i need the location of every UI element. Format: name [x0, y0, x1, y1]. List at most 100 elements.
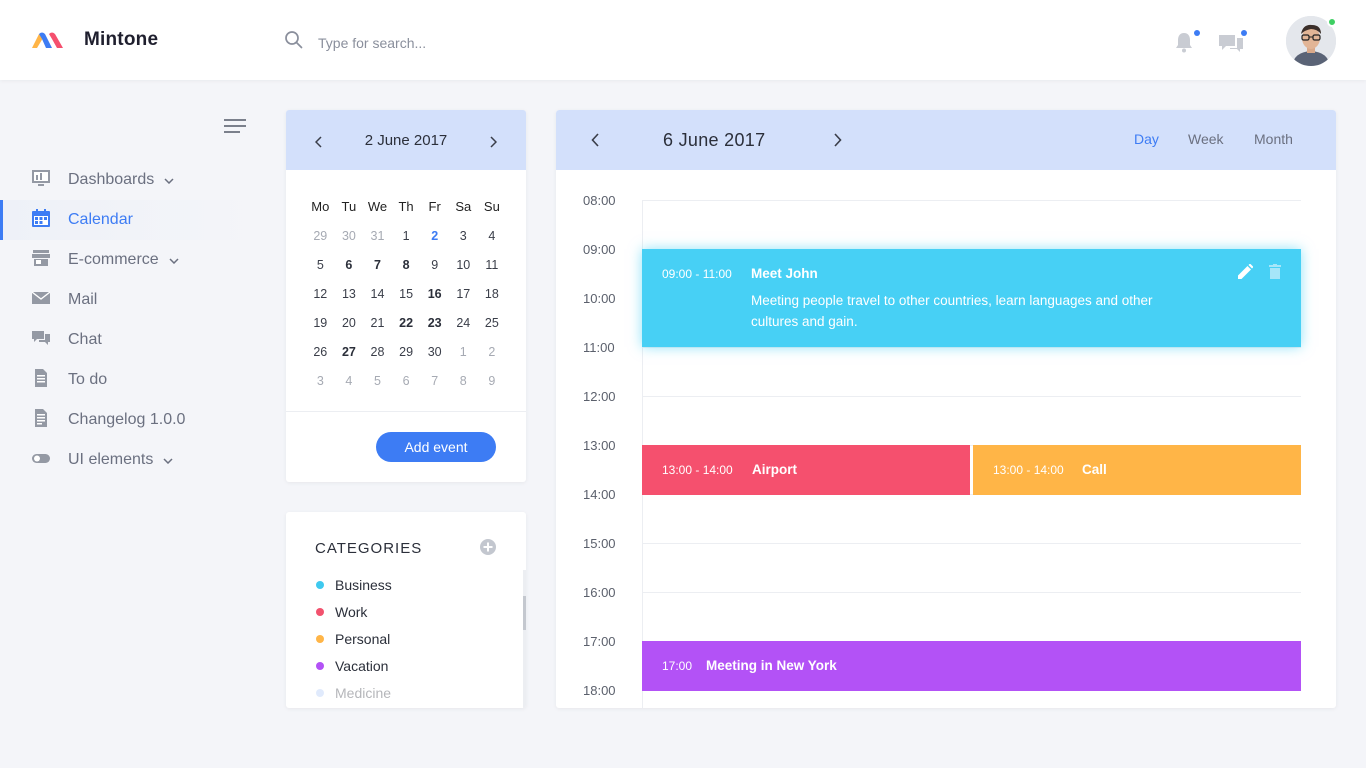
day-cell[interactable]: 13 — [335, 287, 364, 301]
sidebar-item-calendar[interactable]: Calendar — [0, 200, 260, 240]
day-cell[interactable]: 30 — [335, 229, 364, 243]
mini-next-month-button[interactable] — [489, 135, 498, 153]
day-cell[interactable]: 29 — [392, 345, 421, 359]
prev-day-button[interactable] — [591, 133, 600, 152]
category-label: Medicine — [335, 685, 392, 701]
day-cell[interactable]: 11 — [478, 258, 507, 272]
event-title: Meeting in New York — [706, 658, 837, 673]
day-cell-selected[interactable]: 2 — [420, 229, 449, 243]
weekday-label: Tu — [341, 199, 357, 214]
day-cell[interactable]: 19 — [306, 316, 335, 330]
day-cell[interactable]: 4 — [478, 229, 507, 243]
calendar-header: 6 June 2017 Day Week Month — [556, 110, 1336, 170]
sidebar-item-label: Mail — [68, 291, 98, 308]
day-cell[interactable]: 6 — [392, 374, 421, 388]
day-cell[interactable]: 25 — [478, 316, 507, 330]
day-cell[interactable]: 5 — [363, 374, 392, 388]
day-cell[interactable]: 18 — [478, 287, 507, 301]
day-cell[interactable]: 17 — [449, 287, 478, 301]
day-cell[interactable]: 4 — [335, 374, 364, 388]
category-item-vacation[interactable]: Vacation — [316, 658, 388, 674]
day-cell[interactable]: 2 — [478, 345, 507, 359]
app-name: Mintone — [84, 29, 159, 50]
categories-scrollbar-track[interactable] — [523, 570, 526, 708]
category-item-personal[interactable]: Personal — [316, 631, 390, 647]
sidebar-item-chat[interactable]: Chat — [0, 320, 260, 360]
sidebar-item-ui-elements[interactable]: UI elements — [0, 440, 260, 480]
categories-scrollbar-thumb[interactable] — [523, 596, 526, 630]
day-cell[interactable]: 1 — [392, 229, 421, 243]
category-item-work[interactable]: Work — [316, 604, 367, 620]
day-cell[interactable]: 20 — [335, 316, 364, 330]
day-cell[interactable]: 16 — [420, 287, 449, 301]
day-cell[interactable]: 3 — [306, 374, 335, 388]
event-meet-john[interactable]: 09:00 - 11:00 Meet John Meeting people t… — [642, 249, 1301, 347]
time-label: 14:00 — [583, 487, 616, 502]
sidebar-item-label: Calendar — [68, 211, 133, 228]
day-cell[interactable]: 7 — [420, 374, 449, 388]
day-cell[interactable]: 30 — [420, 345, 449, 359]
event-call[interactable]: 13:00 - 14:00 Call — [973, 445, 1301, 495]
mini-calendar-grid: Mo Tu We Th Fr Sa Su 29 30 31 1 2 3 4 5 … — [306, 192, 521, 395]
categories-title: CATEGORIES — [315, 540, 423, 557]
search-icon[interactable] — [284, 30, 304, 55]
next-day-button[interactable] — [833, 133, 842, 152]
notifications-button[interactable] — [1172, 30, 1200, 59]
sidebar-item-dashboards[interactable]: Dashboards — [0, 160, 260, 200]
time-label: 12:00 — [583, 389, 616, 404]
category-item-medicine[interactable]: Medicine — [316, 685, 391, 701]
category-label: Work — [335, 604, 368, 620]
day-cell[interactable]: 10 — [449, 258, 478, 272]
view-month-button[interactable]: Month — [1254, 131, 1293, 147]
day-cell[interactable]: 21 — [363, 316, 392, 330]
day-cell[interactable]: 8 — [449, 374, 478, 388]
logo[interactable]: Mintone — [30, 28, 158, 52]
messages-button[interactable] — [1218, 30, 1247, 59]
divider — [286, 411, 526, 412]
category-item-business[interactable]: Business — [316, 577, 392, 593]
add-category-button[interactable] — [480, 539, 496, 555]
day-cell[interactable]: 5 — [306, 258, 335, 272]
day-cell[interactable]: 12 — [306, 287, 335, 301]
day-cell[interactable]: 8 — [392, 258, 421, 272]
sidebar-item-todo[interactable]: To do — [0, 360, 260, 400]
time-label: 18:00 — [583, 683, 616, 698]
hour-line — [642, 592, 1301, 593]
day-cell[interactable]: 28 — [363, 345, 392, 359]
search-input[interactable] — [318, 34, 618, 51]
document-icon — [32, 368, 50, 392]
view-week-button[interactable]: Week — [1188, 131, 1224, 147]
day-cell[interactable]: 27 — [335, 345, 364, 359]
sidebar-item-mail[interactable]: Mail — [0, 280, 260, 320]
add-event-button[interactable]: Add event — [376, 432, 496, 462]
menu-toggle-button[interactable] — [224, 119, 246, 133]
hour-line — [642, 200, 1301, 201]
time-label: 17:00 — [583, 634, 616, 649]
day-cell[interactable]: 1 — [449, 345, 478, 359]
day-cell[interactable]: 23 — [420, 316, 449, 330]
day-cell[interactable]: 26 — [306, 345, 335, 359]
sidebar-item-label: Chat — [68, 331, 102, 348]
day-cell[interactable]: 31 — [363, 229, 392, 243]
event-airport[interactable]: 13:00 - 14:00 Airport — [642, 445, 970, 495]
sidebar-item-label: E-commerce — [68, 251, 159, 268]
chat-bubbles-icon — [32, 329, 50, 352]
day-cell[interactable]: 22 — [392, 316, 421, 330]
day-cell[interactable]: 3 — [449, 229, 478, 243]
day-cell[interactable]: 9 — [420, 258, 449, 272]
sidebar-item-changelog[interactable]: Changelog 1.0.0 — [0, 400, 260, 440]
day-cell[interactable]: 6 — [335, 258, 364, 272]
sidebar-item-ecommerce[interactable]: E-commerce — [0, 240, 260, 280]
edit-event-button[interactable] — [1237, 263, 1254, 285]
day-cell[interactable]: 9 — [478, 374, 507, 388]
weekday-label: Th — [398, 199, 414, 214]
event-meeting-new-york[interactable]: 17:00 Meeting in New York — [642, 641, 1301, 691]
hour-line — [642, 396, 1301, 397]
day-cell[interactable]: 7 — [363, 258, 392, 272]
day-cell[interactable]: 14 — [363, 287, 392, 301]
delete-event-button[interactable] — [1269, 264, 1281, 284]
day-cell[interactable]: 29 — [306, 229, 335, 243]
view-day-button[interactable]: Day — [1134, 131, 1159, 147]
day-cell[interactable]: 24 — [449, 316, 478, 330]
day-cell[interactable]: 15 — [392, 287, 421, 301]
